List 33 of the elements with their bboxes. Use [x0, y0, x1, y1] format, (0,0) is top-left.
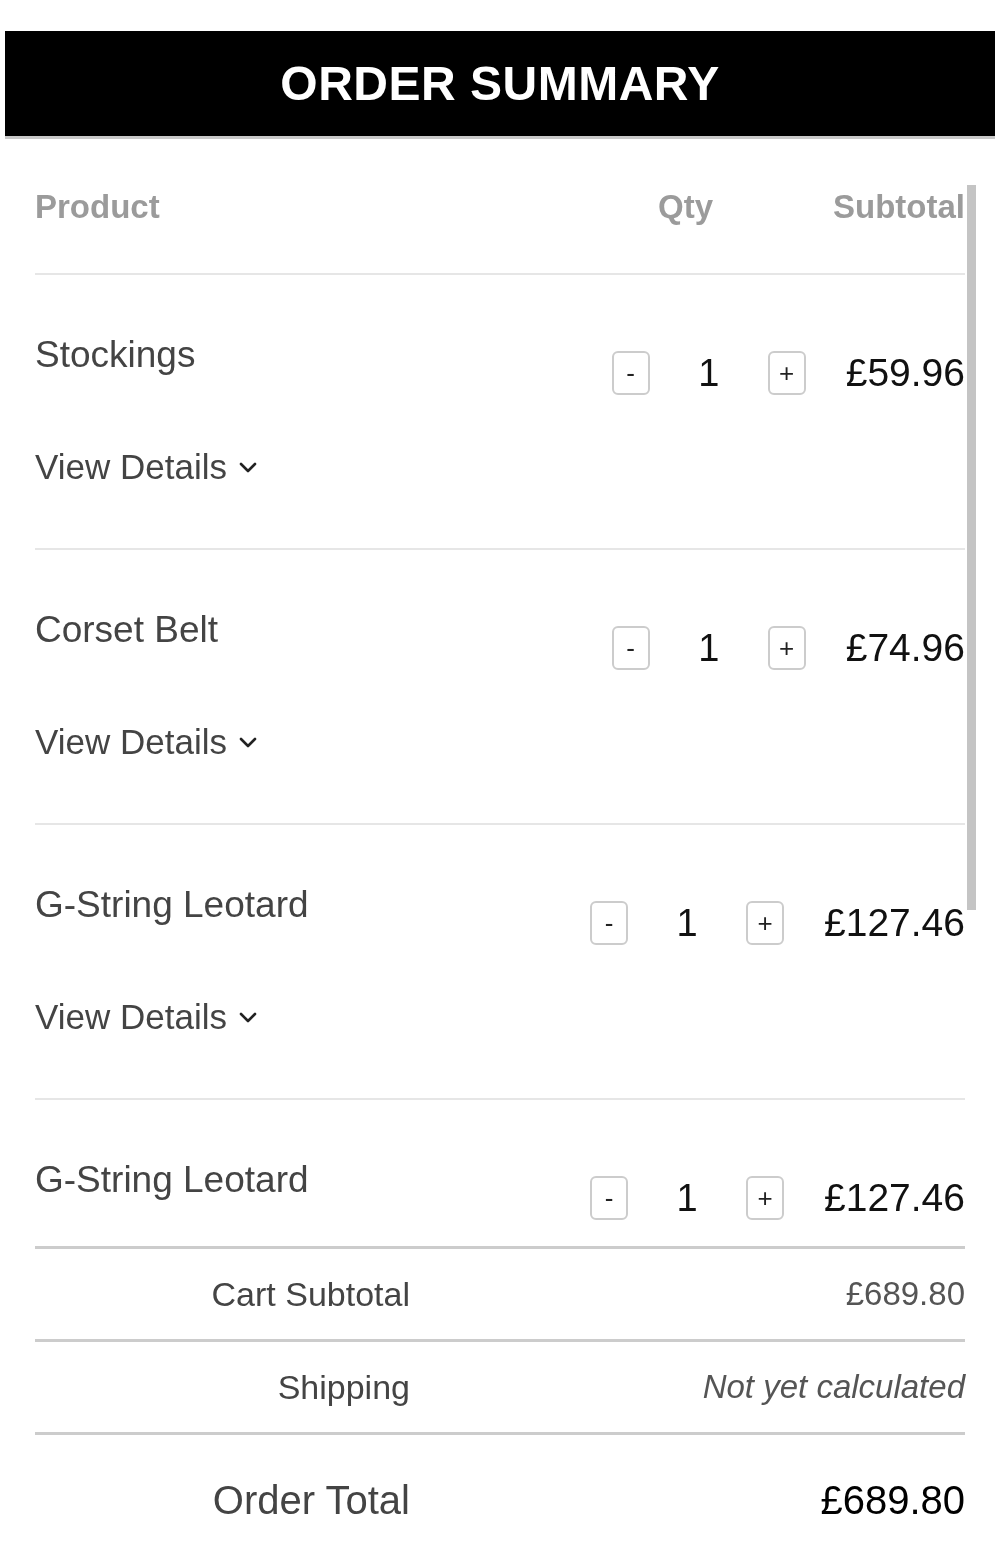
summary-label: Order Total	[211, 1477, 410, 1523]
product-name: G-String Leotard	[35, 1158, 309, 1202]
price-text: £127.46	[824, 1176, 965, 1220]
column-header: Qty	[658, 187, 713, 227]
decrease-button[interactable]: -	[590, 901, 628, 945]
increase-button[interactable]: +	[746, 901, 784, 945]
decrease-button[interactable]: -	[611, 626, 650, 670]
column-header: Product	[35, 187, 161, 227]
summary-label: Shipping	[276, 1367, 410, 1408]
summary-value: £689.80	[819, 1477, 965, 1523]
increase-button[interactable]: +	[767, 626, 806, 670]
product-name: G-String Leotard	[35, 883, 309, 927]
view-details-link[interactable]: View Details	[35, 719, 257, 765]
summary-label: Cart Subtotal	[210, 1274, 410, 1315]
increase-button[interactable]: +	[767, 351, 806, 395]
quantity-value: 1	[697, 351, 721, 395]
column-header: Subtotal	[833, 187, 965, 227]
price-text: £59.96	[845, 351, 965, 395]
price-text: £127.46	[824, 901, 965, 945]
quantity-value: 1	[675, 1176, 699, 1220]
quantity-value: 1	[675, 901, 699, 945]
summary-value: £689.80	[844, 1274, 965, 1314]
quantity-value: 1	[697, 626, 721, 670]
product-name: Corset Belt	[35, 608, 218, 652]
view-details-link[interactable]: View Details	[35, 444, 257, 490]
decrease-button[interactable]: -	[590, 1176, 628, 1220]
page-title: ORDER SUMMARY	[280, 56, 720, 111]
product-name: Stockings	[35, 333, 196, 377]
view-details-link[interactable]: View Details	[35, 994, 257, 1040]
decrease-button[interactable]: -	[611, 351, 650, 395]
summary-value: Not yet calculated	[701, 1367, 965, 1407]
price-text: £74.96	[845, 626, 965, 670]
increase-button[interactable]: +	[746, 1176, 784, 1220]
